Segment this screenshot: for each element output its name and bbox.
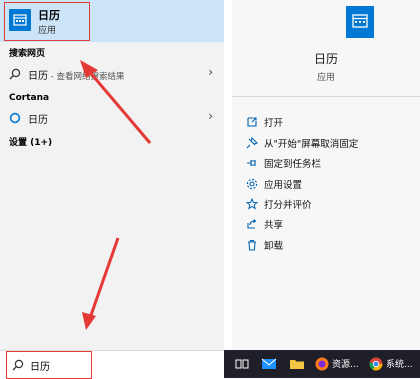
- annotation-arrow-down: [88, 237, 120, 319]
- arrow-head-down: [82, 312, 96, 330]
- share-icon: [246, 218, 258, 230]
- action-label: 卸载: [264, 241, 284, 252]
- gear-icon: [246, 178, 258, 190]
- annotation-arrow-up: [86, 69, 152, 144]
- open-icon: [246, 116, 258, 128]
- chrome-icon[interactable]: [368, 355, 384, 373]
- action-label: 共享: [264, 220, 284, 231]
- action-app-settings[interactable]: 应用设置: [232, 174, 420, 194]
- annotation-box-search: [6, 351, 92, 379]
- action-label: 打开: [264, 118, 284, 129]
- preview-divider: [232, 96, 420, 97]
- mail-icon[interactable]: [260, 355, 278, 373]
- arrow-head-up: [80, 60, 98, 78]
- pin-icon: [246, 157, 258, 169]
- annotation-arrows: [80, 60, 152, 330]
- taskbar-label-settings[interactable]: 系统...: [386, 357, 413, 370]
- action-pin-taskbar[interactable]: 固定到任务栏: [232, 153, 420, 173]
- action-label: 从"开始"屏幕取消固定: [264, 139, 359, 150]
- preview-title: 日历: [313, 52, 338, 66]
- taskbar: 资源... 系统...: [224, 350, 420, 378]
- panel-divider: [224, 0, 232, 378]
- action-uninstall[interactable]: 卸载: [232, 235, 420, 255]
- action-unpin-start[interactable]: 从"开始"屏幕取消固定: [232, 133, 420, 153]
- action-label: 打分并评价: [264, 200, 312, 211]
- unpin-icon: [246, 137, 258, 149]
- action-open[interactable]: 打开: [232, 112, 420, 132]
- star-icon: [246, 198, 258, 210]
- trash-icon: [246, 239, 258, 251]
- folder-icon[interactable]: [288, 355, 306, 373]
- task-view-icon[interactable]: [234, 355, 250, 373]
- calendar-app-icon-large: [346, 6, 374, 38]
- action-label: 应用设置: [264, 180, 303, 191]
- action-label: 固定到任务栏: [264, 159, 322, 170]
- taskbar-label-explorer[interactable]: 资源...: [332, 357, 359, 370]
- preview-subtitle: 应用: [316, 73, 335, 83]
- firefox-icon[interactable]: [314, 355, 330, 373]
- action-share[interactable]: 共享: [232, 214, 420, 234]
- action-rate-review[interactable]: 打分并评价: [232, 194, 420, 214]
